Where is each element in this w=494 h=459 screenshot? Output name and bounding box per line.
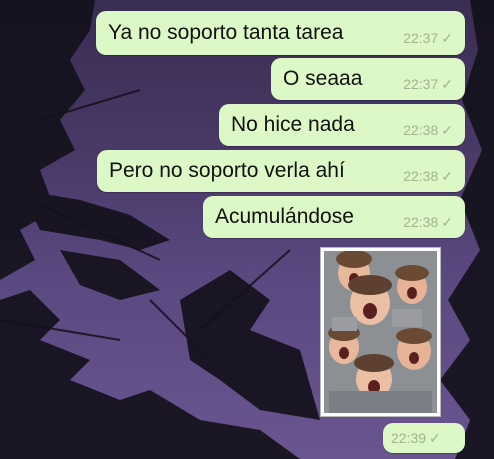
- message-bubble[interactable]: Acumulándose 22:38 ✓: [203, 196, 465, 238]
- message-time: 22:37: [403, 76, 439, 92]
- message-time: 22:38: [403, 214, 439, 230]
- sent-check-icon: ✓: [441, 167, 453, 184]
- sent-check-icon: ✓: [441, 29, 453, 46]
- sent-check-icon: ✓: [441, 121, 453, 138]
- message-text: O seaaa: [283, 67, 363, 90]
- message-time: 22:38: [403, 168, 439, 184]
- message-bubble[interactable]: Pero no soporto verla ahí 22:38 ✓: [97, 150, 465, 192]
- sent-check-icon: ✓: [441, 213, 453, 230]
- sent-check-icon: ✓: [429, 429, 441, 446]
- message-text: Ya no soporto tanta tarea: [108, 21, 344, 44]
- message-time: 22:37: [403, 30, 439, 46]
- message-text: Pero no soporto verla ahí: [109, 159, 345, 182]
- sent-check-icon: ✓: [441, 75, 453, 92]
- message-bubble[interactable]: No hice nada 22:38 ✓: [219, 104, 465, 146]
- message-bubble[interactable]: Ya no soporto tanta tarea 22:37 ✓: [96, 11, 465, 55]
- message-text: No hice nada: [231, 113, 355, 136]
- message-bubble[interactable]: O seaaa 22:37 ✓: [271, 58, 465, 100]
- message-time: 22:39: [391, 430, 427, 446]
- screaming-child-sticker-icon: [324, 251, 437, 413]
- sticker-time-bubble: 22:39 ✓: [383, 423, 465, 453]
- message-time: 22:38: [403, 122, 439, 138]
- screaming-child-sticker[interactable]: [320, 247, 441, 417]
- message-text: Acumulándose: [215, 205, 354, 228]
